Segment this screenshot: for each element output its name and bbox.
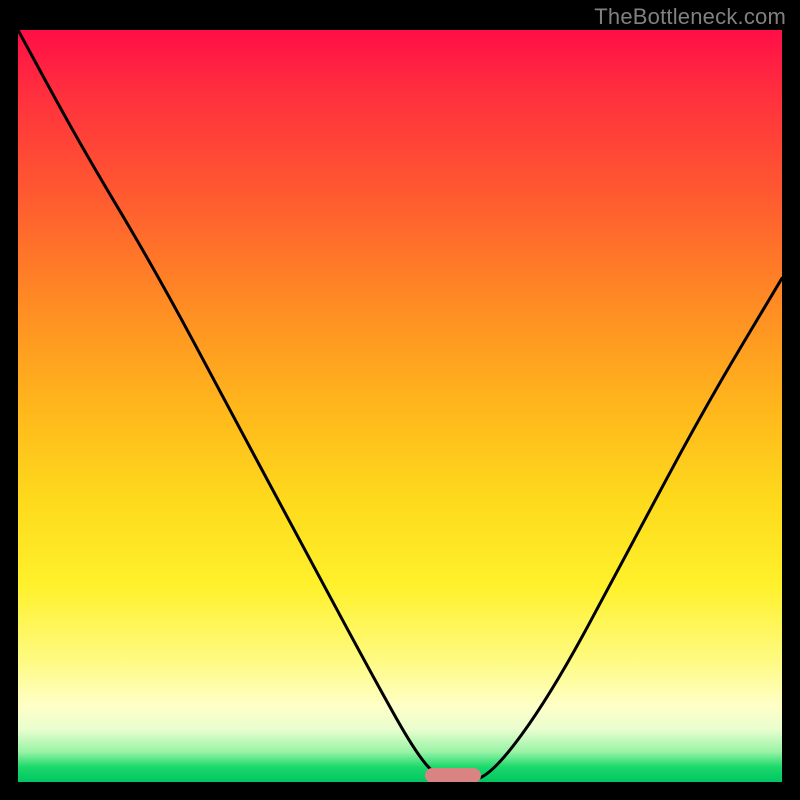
bottleneck-curve (18, 30, 782, 782)
watermark-text: TheBottleneck.com (594, 4, 786, 30)
chart-frame: TheBottleneck.com (0, 0, 800, 800)
optimal-marker (425, 768, 481, 782)
curve-path (18, 30, 782, 781)
plot-area (18, 30, 782, 782)
